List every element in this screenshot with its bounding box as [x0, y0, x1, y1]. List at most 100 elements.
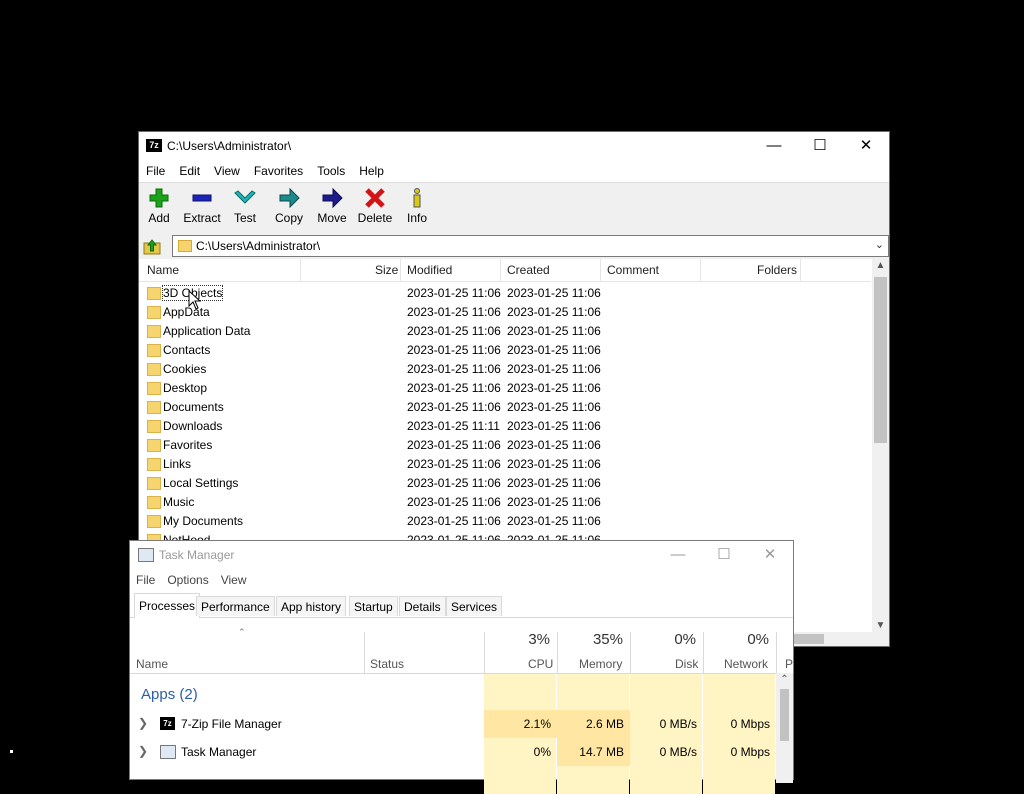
tab-services[interactable]: Services [446, 596, 503, 616]
vertical-scrollbar[interactable]: ▲ ▼ [872, 259, 889, 632]
menu-file[interactable]: File [139, 160, 172, 182]
process-row[interactable]: ❯ 7z 7-Zip File Manager 2.1% 2.6 MB 0 MB… [130, 710, 775, 738]
folder-icon [147, 306, 161, 319]
scroll-up-icon[interactable]: ⌃ [776, 674, 793, 685]
tab-startup[interactable]: Startup [349, 596, 398, 616]
window-title: C:\Users\Administrator\ [167, 139, 292, 153]
item-modified: 2023-01-25 11:06 [407, 362, 501, 376]
copy-button[interactable]: Copy [267, 187, 311, 225]
item-name: Local Settings [163, 476, 239, 490]
process-disk: 0 MB/s [659, 745, 697, 759]
list-item[interactable]: Documents 2023-01-25 11:06 2023-01-25 11:0… [139, 398, 871, 417]
menu-view[interactable]: View [207, 160, 247, 182]
move-button[interactable]: Move [310, 187, 354, 225]
process-name: 7-Zip File Manager [181, 717, 282, 731]
task-manager-icon [138, 548, 154, 562]
tm-menu-view[interactable]: View [215, 569, 253, 591]
list-item[interactable]: My Documents 2023-01-25 11:06 2023-01-25 1… [139, 512, 871, 531]
col-disk[interactable]: Disk [675, 657, 698, 671]
item-created: 2023-01-25 11:06 [507, 362, 601, 376]
col-memory[interactable]: Memory [579, 657, 622, 671]
list-item[interactable]: 3D Objects 2023-01-25 11:06 2023-01-25 11:… [139, 284, 871, 303]
list-item[interactable]: Desktop 2023-01-25 11:06 2023-01-25 11:06 [139, 379, 871, 398]
title-bar[interactable]: 7z C:\Users\Administrator\ — ☐ ✕ [139, 132, 889, 160]
scroll-up-icon[interactable]: ▲ [872, 260, 889, 271]
list-item[interactable]: Cookies 2023-01-25 11:06 2023-01-25 11:06 [139, 360, 871, 379]
tm-scroll-thumb[interactable] [780, 689, 789, 741]
col-size[interactable]: Size [375, 263, 398, 277]
tm-menu-file[interactable]: File [130, 569, 161, 591]
network-percent: 0% [747, 631, 769, 648]
tab-performance[interactable]: Performance [196, 596, 275, 616]
tm-tabs: Processes Performance App history Startu… [130, 593, 793, 618]
tm-close-button[interactable]: ✕ [747, 541, 793, 569]
extract-label: Extract [183, 211, 221, 225]
tab-processes[interactable]: Processes [134, 593, 201, 618]
minimize-button[interactable]: — [751, 132, 797, 160]
item-created: 2023-01-25 11:06 [507, 457, 601, 471]
scroll-down-icon[interactable]: ▼ [872, 620, 889, 631]
expand-chevron-icon[interactable]: ❯ [138, 744, 148, 758]
test-icon [234, 190, 256, 204]
path-input[interactable]: C:\Users\Administrator\ ⌄ [172, 235, 889, 257]
info-icon [413, 188, 421, 208]
col-folders[interactable]: Folders [757, 263, 797, 277]
process-column-header: ⌃ Name Status 3% CPU 35% Memory 0% Disk … [130, 618, 793, 674]
folder-up-icon[interactable] [143, 237, 161, 255]
col-cpu[interactable]: CPU [528, 657, 553, 671]
folder-icon [147, 401, 161, 414]
extract-button[interactable]: Extract [180, 187, 224, 225]
info-button[interactable]: Info [395, 187, 439, 225]
list-item[interactable]: Music 2023-01-25 11:06 2023-01-25 11:06 [139, 493, 871, 512]
tm-maximize-button[interactable]: ☐ [701, 541, 747, 569]
menu-edit[interactable]: Edit [172, 160, 207, 182]
item-created: 2023-01-25 11:06 [507, 324, 601, 338]
maximize-button[interactable]: ☐ [797, 132, 843, 160]
col-network[interactable]: Network [724, 657, 768, 671]
col-modified[interactable]: Modified [407, 263, 452, 277]
process-row[interactable]: ❯ Task Manager 0% 14.7 MB 0 MB/s 0 Mbps [130, 738, 775, 766]
tab-app-history[interactable]: App history [276, 596, 347, 616]
col-status[interactable]: Status [370, 657, 404, 671]
list-item[interactable]: Local Settings 2023-01-25 11:06 2023-01-25… [139, 474, 871, 493]
col-name[interactable]: Name [147, 263, 179, 277]
tm-minimize-button[interactable]: — [655, 541, 701, 569]
scroll-thumb[interactable] [874, 277, 887, 443]
folder-icon [147, 458, 161, 471]
menu-help[interactable]: Help [352, 160, 391, 182]
list-item[interactable]: Contacts 2023-01-25 11:06 2023-01-25 11:06 [139, 341, 871, 360]
task-manager-icon [160, 745, 176, 759]
item-name: Cookies [163, 362, 207, 376]
tm-vertical-scrollbar[interactable]: ⌃ [776, 673, 793, 783]
expand-chevron-icon[interactable]: ❯ [138, 716, 148, 730]
close-button[interactable]: ✕ [843, 132, 889, 160]
col-created[interactable]: Created [507, 263, 550, 277]
menu-favorites[interactable]: Favorites [247, 160, 310, 182]
col-name[interactable]: Name [136, 657, 168, 671]
list-item[interactable]: Links 2023-01-25 11:06 2023-01-25 11:06 [139, 455, 871, 474]
menu-tools[interactable]: Tools [310, 160, 352, 182]
delete-button[interactable]: Delete [353, 187, 397, 225]
list-item[interactable]: AppData 2023-01-25 11:06 2023-01-25 11:06 [139, 303, 871, 322]
item-modified: 2023-01-25 11:06 [407, 324, 501, 338]
list-item[interactable]: Application Data 2023-01-25 11:06 2023-01-… [139, 322, 871, 341]
list-item[interactable]: Downloads 2023-01-25 11:11 2023-01-25 11:0… [139, 417, 871, 436]
item-created: 2023-01-25 11:06 [507, 476, 601, 490]
list-item[interactable]: Favorites 2023-01-25 11:06 2023-01-25 11:0… [139, 436, 871, 455]
tab-details[interactable]: Details [399, 596, 446, 616]
col-power-truncated[interactable]: P [785, 657, 793, 671]
item-modified: 2023-01-25 11:06 [407, 343, 501, 357]
apps-group-header: Apps (2) [141, 686, 198, 703]
chevron-down-icon[interactable]: ⌄ [875, 238, 884, 251]
item-modified: 2023-01-25 11:11 [407, 419, 500, 433]
item-created: 2023-01-25 11:06 [507, 438, 601, 452]
item-created: 2023-01-25 11:06 [507, 419, 601, 433]
add-label: Add [148, 211, 170, 225]
item-name: Favorites [163, 438, 213, 452]
tm-window-title: Task Manager [159, 548, 235, 562]
tm-menu-options[interactable]: Options [161, 569, 214, 591]
col-comment[interactable]: Comment [607, 263, 659, 277]
test-button[interactable]: Test [223, 187, 267, 225]
tm-title-bar[interactable]: Task Manager — ☐ ✕ [130, 541, 793, 569]
add-button[interactable]: Add [137, 187, 181, 225]
